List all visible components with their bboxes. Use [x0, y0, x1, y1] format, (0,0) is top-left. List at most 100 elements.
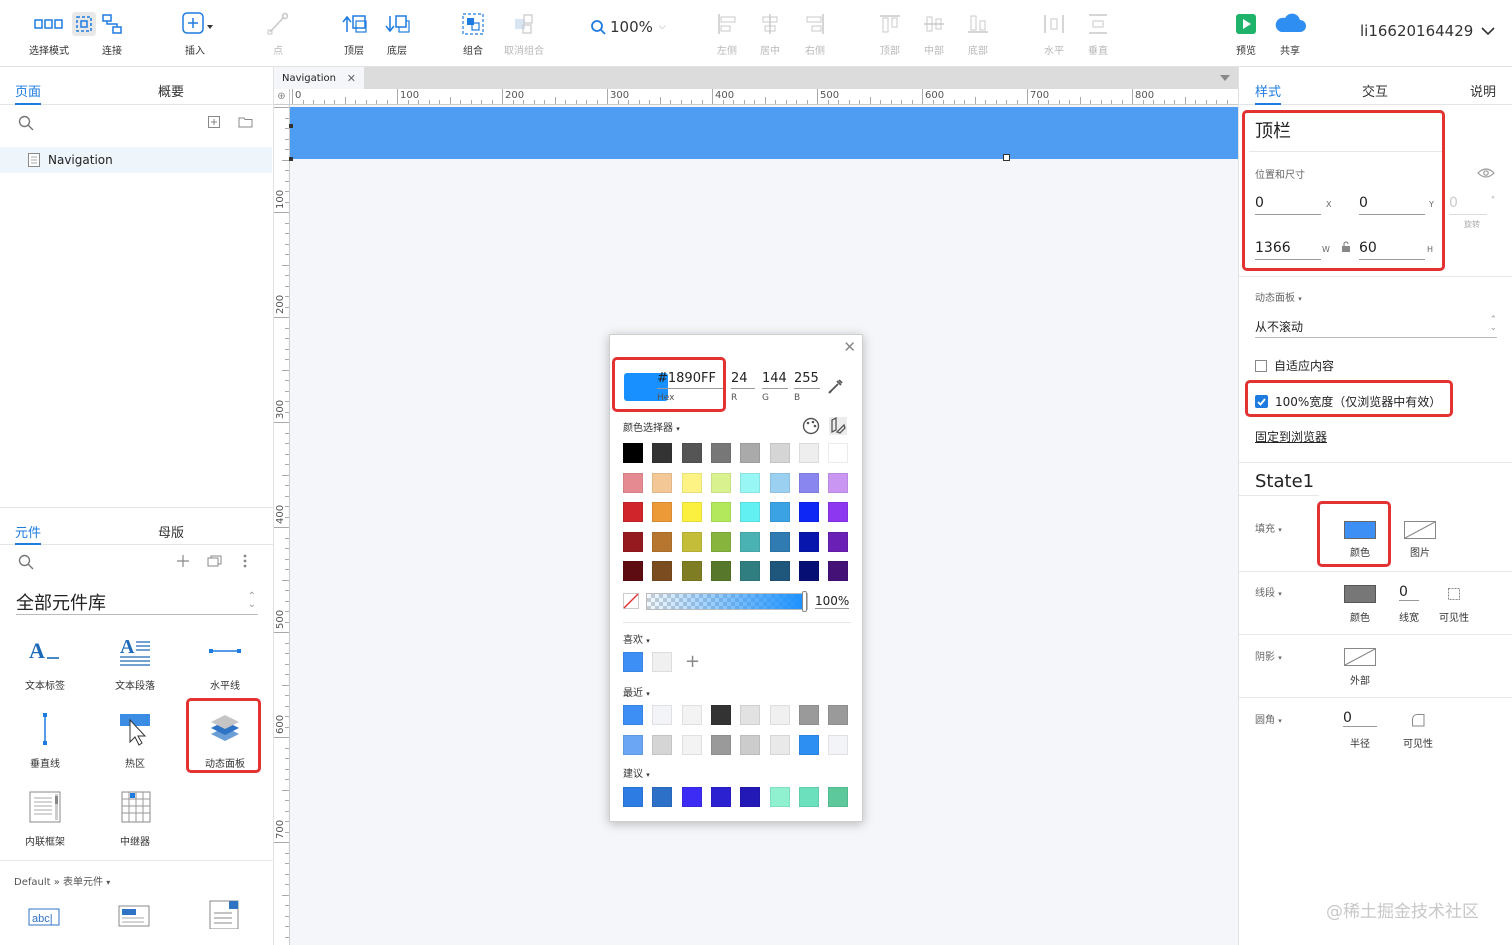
- tab-style[interactable]: 样式: [1255, 81, 1281, 100]
- inline-frame-widget[interactable]: 内联框架: [5, 785, 85, 848]
- color-swatch[interactable]: [769, 531, 790, 552]
- text-area-widget[interactable]: [118, 905, 150, 927]
- resize-handle[interactable]: [289, 157, 293, 161]
- color-swatch[interactable]: [798, 531, 819, 552]
- repeater-widget[interactable]: 中继器: [95, 785, 175, 848]
- dynamic-panel-label[interactable]: 动态面板 ▾: [1255, 289, 1302, 304]
- color-swatch[interactable]: [623, 443, 643, 463]
- color-swatch[interactable]: [798, 502, 819, 522]
- color-swatch[interactable]: [798, 735, 819, 755]
- color-swatch[interactable]: [828, 705, 849, 725]
- color-swatch[interactable]: [681, 705, 702, 725]
- color-swatch[interactable]: [681, 787, 702, 807]
- color-swatch[interactable]: [623, 705, 643, 725]
- color-swatch[interactable]: [623, 787, 643, 807]
- y-input[interactable]: 0: [1359, 193, 1425, 215]
- width-input[interactable]: 1366: [1255, 238, 1321, 260]
- color-swatch[interactable]: [623, 652, 643, 672]
- horizontal-line-widget[interactable]: 水平线: [185, 629, 265, 692]
- fill-color-swatch[interactable]: [1344, 521, 1376, 539]
- color-swatch[interactable]: [623, 472, 643, 493]
- color-picker-mode-icon[interactable]: [828, 416, 848, 436]
- text-paragraph-widget[interactable]: A 文本段落: [95, 629, 175, 692]
- vertical-line-widget[interactable]: 垂直线: [5, 707, 85, 770]
- color-swatch[interactable]: [710, 705, 731, 725]
- color-swatch[interactable]: [828, 561, 849, 581]
- checkbox-unchecked[interactable]: [1255, 359, 1267, 372]
- color-swatch[interactable]: [681, 735, 702, 755]
- color-swatch[interactable]: [798, 705, 819, 725]
- color-swatch[interactable]: [769, 443, 790, 463]
- align-bottom-button[interactable]: 底部: [946, 8, 1010, 57]
- color-swatch[interactable]: [798, 561, 819, 581]
- close-icon[interactable]: ✕: [843, 338, 856, 356]
- resize-handle[interactable]: [289, 124, 293, 128]
- color-swatch[interactable]: [681, 502, 702, 522]
- dropdown-list-widget[interactable]: [208, 899, 240, 929]
- rotation-input[interactable]: 0: [1449, 193, 1487, 215]
- color-swatch[interactable]: [828, 443, 849, 463]
- height-input[interactable]: 60: [1359, 238, 1425, 260]
- color-swatch[interactable]: [652, 443, 673, 463]
- search-icon[interactable]: [18, 115, 34, 131]
- color-swatch[interactable]: [710, 561, 731, 581]
- palette-icon[interactable]: [801, 416, 821, 436]
- no-color-icon[interactable]: [623, 593, 639, 609]
- plus-icon[interactable]: [177, 555, 189, 567]
- color-swatch[interactable]: [623, 502, 643, 522]
- color-swatch[interactable]: [740, 787, 761, 807]
- point-button[interactable]: 点: [246, 8, 310, 57]
- color-swatch[interactable]: [769, 705, 790, 725]
- folder-icon[interactable]: [238, 116, 253, 128]
- blue-input[interactable]: 255: [794, 371, 820, 389]
- color-swatch[interactable]: [710, 787, 731, 807]
- color-swatch[interactable]: [681, 443, 702, 463]
- color-swatch[interactable]: [681, 472, 702, 493]
- shadow-outer-icon[interactable]: [1344, 648, 1376, 666]
- color-swatch[interactable]: [769, 472, 790, 493]
- color-swatch[interactable]: [740, 443, 761, 463]
- tab-notes[interactable]: 说明: [1470, 81, 1496, 100]
- shadow-label[interactable]: 阴影 ▾: [1255, 648, 1282, 663]
- eye-icon[interactable]: [1477, 167, 1495, 179]
- opacity-value[interactable]: 100%: [815, 594, 850, 609]
- text-label-widget[interactable]: A 文本标签: [5, 629, 85, 692]
- scroll-select[interactable]: 从不滚动 ⌃ ⌄: [1255, 316, 1497, 338]
- color-swatch[interactable]: [769, 502, 790, 522]
- color-swatch[interactable]: [740, 472, 761, 493]
- connect-button[interactable]: 连接: [80, 8, 144, 57]
- opacity-slider[interactable]: [646, 593, 808, 610]
- form-widgets-path[interactable]: Default » 表单元件 ▾: [14, 873, 110, 888]
- lock-icon[interactable]: [1341, 241, 1351, 253]
- color-swatch[interactable]: [681, 561, 702, 581]
- library-select[interactable]: 全部元件库 ⌃ ⌄: [16, 589, 258, 615]
- widget-name[interactable]: 顶栏: [1255, 117, 1291, 143]
- color-selector-label[interactable]: 颜色选择器 ▾: [623, 419, 680, 434]
- color-swatch[interactable]: [652, 561, 673, 581]
- color-swatch[interactable]: [798, 787, 819, 807]
- radius-input[interactable]: 0: [1343, 710, 1377, 727]
- text-field-widget[interactable]: abc|: [28, 907, 60, 927]
- navigation-bar-widget[interactable]: [290, 107, 1238, 159]
- close-tab-icon[interactable]: ✕: [347, 72, 356, 85]
- tabs-dropdown-icon[interactable]: [1220, 75, 1230, 82]
- state-name[interactable]: State1: [1255, 471, 1314, 492]
- share-button[interactable]: 共享: [1258, 8, 1322, 57]
- radius-label[interactable]: 圆角 ▾: [1255, 711, 1282, 726]
- color-swatch[interactable]: [828, 472, 849, 493]
- color-swatch[interactable]: [769, 787, 790, 807]
- color-swatch[interactable]: [740, 561, 761, 581]
- color-swatch[interactable]: [652, 652, 673, 672]
- color-swatch[interactable]: [710, 531, 731, 552]
- eyedropper-icon[interactable]: [827, 377, 845, 395]
- ungroup-button[interactable]: 取消组合: [492, 8, 556, 57]
- dynamic-panel-widget[interactable]: 动态面板: [185, 707, 265, 770]
- color-swatch[interactable]: [623, 561, 643, 581]
- opacity-slider-handle[interactable]: [802, 591, 807, 612]
- tab-widgets[interactable]: 元件: [15, 522, 41, 541]
- page-item-navigation[interactable]: Navigation: [0, 147, 272, 173]
- favorites-label[interactable]: 喜欢 ▾: [623, 631, 650, 646]
- color-swatch[interactable]: [769, 561, 790, 581]
- add-favorite-icon[interactable]: +: [685, 651, 700, 672]
- color-swatch[interactable]: [798, 472, 819, 493]
